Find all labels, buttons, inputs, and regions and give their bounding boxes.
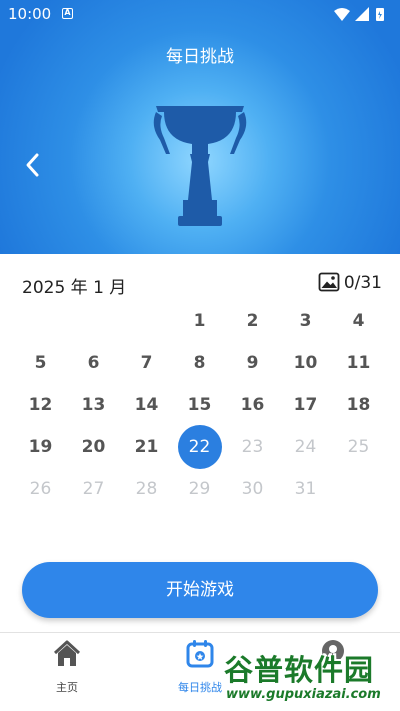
calendar-day[interactable]: 3 (279, 300, 332, 342)
calendar-day[interactable]: 2 (226, 300, 279, 342)
signal-icon (355, 7, 369, 21)
calendar-day[interactable]: 6 (67, 342, 120, 384)
home-icon (53, 640, 81, 666)
calendar-day[interactable]: 1 (173, 300, 226, 342)
completion-count: 0/31 (343, 273, 382, 293)
calendar-day[interactable]: 17 (279, 384, 332, 426)
status-icons (334, 7, 384, 21)
calendar-day: 31 (294, 479, 317, 499)
calendar-day: 24 (294, 437, 317, 457)
calendar-icon (186, 640, 214, 668)
watermark-text: 谷普软件园 (224, 653, 375, 687)
calendar-day: 27 (82, 479, 105, 499)
calendar-day[interactable]: 20 (67, 426, 120, 468)
calendar-day[interactable]: 7 (120, 342, 173, 384)
calendar-day[interactable]: 9 (226, 342, 279, 384)
calendar-day[interactable]: 11 (332, 342, 385, 384)
status-bar: 10:00 A (0, 0, 400, 28)
calendar-day[interactable]: 16 (226, 384, 279, 426)
calendar-day[interactable]: 19 (14, 426, 67, 468)
wifi-icon (334, 8, 350, 21)
month-label: 2025 年 1 月 (22, 278, 127, 298)
calendar-day[interactable]: 4 (332, 300, 385, 342)
calendar-day: 28 (135, 479, 158, 499)
image-icon (318, 272, 340, 292)
calendar-day: 30 (241, 479, 264, 499)
calendar-day[interactable]: 13 (67, 384, 120, 426)
calendar-day: 29 (188, 479, 211, 499)
watermark: 谷普软件园 www.gupuxiazai.com (218, 647, 400, 711)
calendar-header: 2025 年 1 月 0/31 (22, 272, 382, 298)
calendar-day[interactable]: 15 (173, 384, 226, 426)
calendar-day[interactable]: 14 (120, 384, 173, 426)
header-banner: 10:00 A 每日挑战 (0, 0, 400, 254)
calendar-day[interactable]: 10 (279, 342, 332, 384)
trophy-icon (153, 106, 247, 226)
calendar-day-today[interactable]: 22 (173, 426, 226, 468)
tab-label: 主页 (56, 681, 78, 694)
page-title: 每日挑战 (166, 47, 234, 67)
screen: 10:00 A 每日挑战 2025 年 1 月 0/31 1 2 3 4 5 6… (0, 0, 400, 711)
chevron-left-icon[interactable] (20, 150, 48, 180)
status-time: 10:00 (8, 5, 52, 23)
calendar-day[interactable]: 8 (173, 342, 226, 384)
calendar-day: 25 (347, 437, 370, 457)
start-game-button[interactable]: 开始游戏 (22, 562, 378, 618)
calendar-day: 23 (241, 437, 264, 457)
calendar-day[interactable]: 12 (14, 384, 67, 426)
watermark-url: www.gupuxiazai.com (226, 687, 381, 702)
calendar-day[interactable]: 18 (332, 384, 385, 426)
notification-icon: A (62, 8, 73, 19)
calendar-day[interactable]: 21 (120, 426, 173, 468)
tab-home[interactable]: 主页 (17, 639, 117, 695)
calendar-day: 26 (29, 479, 52, 499)
calendar-day[interactable]: 5 (14, 342, 67, 384)
